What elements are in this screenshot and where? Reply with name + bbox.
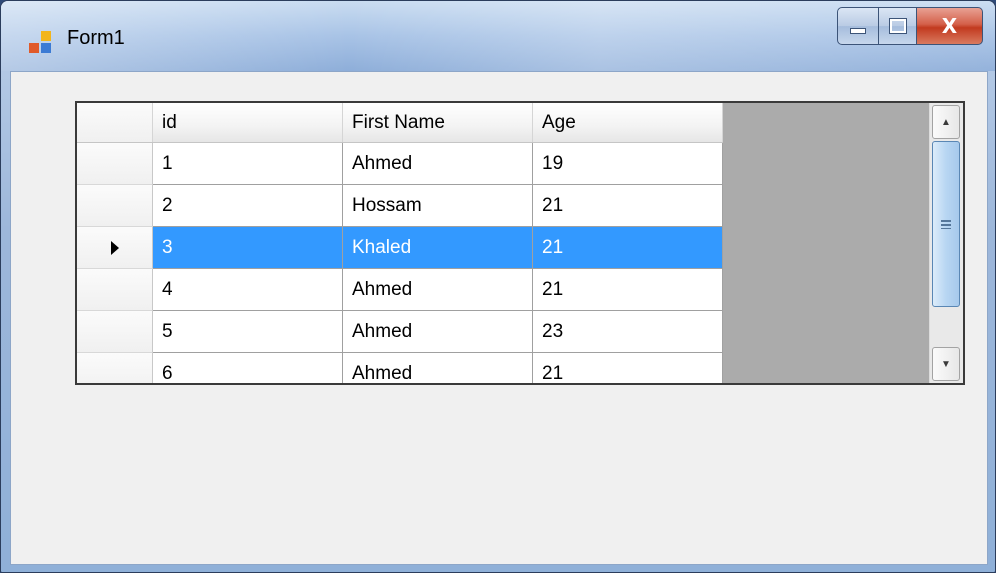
row-header[interactable] [77, 311, 153, 353]
row-header[interactable] [77, 143, 153, 185]
row-header[interactable] [77, 353, 153, 383]
grip-icon [941, 219, 951, 229]
cell-age[interactable]: 21 [533, 227, 723, 269]
close-button[interactable]: X [917, 7, 983, 45]
close-icon: X [941, 14, 958, 38]
cell-first-name[interactable]: Khaled [343, 227, 533, 269]
minimize-icon [850, 28, 866, 34]
table-row[interactable]: 5 Ahmed 23 [77, 311, 723, 353]
minimize-button[interactable] [837, 7, 879, 45]
grid-table: id First Name Age 1 Ahmed 19 2 Hossam 21 [77, 103, 723, 383]
form1-window: Form1 X id First Name Age 1 Ahmed 19 2 H… [0, 0, 996, 573]
cell-first-name[interactable]: Hossam [343, 185, 533, 227]
scroll-down-button[interactable]: ▼ [932, 347, 960, 381]
table-row[interactable]: 6 Ahmed 21 [77, 353, 723, 383]
window-title: Form1 [67, 27, 125, 49]
column-header-first-name[interactable]: First Name [343, 103, 533, 142]
table-row[interactable]: 1 Ahmed 19 [77, 143, 723, 185]
current-row-arrow-icon [110, 240, 119, 255]
column-header-age[interactable]: Age [533, 103, 723, 142]
app-icon[interactable] [29, 31, 51, 53]
cell-first-name[interactable]: Ahmed [343, 353, 533, 383]
table-row[interactable]: 4 Ahmed 21 [77, 269, 723, 311]
cell-id[interactable]: 3 [153, 227, 343, 269]
title-bar[interactable]: Form1 X [1, 1, 995, 71]
scrollbar-thumb[interactable] [932, 141, 960, 307]
cell-id[interactable]: 1 [153, 143, 343, 185]
cell-id[interactable]: 5 [153, 311, 343, 353]
cell-first-name[interactable]: Ahmed [343, 143, 533, 185]
column-header-row: id First Name Age [77, 103, 723, 143]
column-header-id[interactable]: id [153, 103, 343, 142]
chevron-up-icon: ▲ [941, 116, 951, 128]
cell-id[interactable]: 4 [153, 269, 343, 311]
cell-age[interactable]: 21 [533, 269, 723, 311]
table-row-selected[interactable]: 3 Khaled 21 [77, 227, 723, 269]
row-header[interactable] [77, 269, 153, 311]
cell-age[interactable]: 19 [533, 143, 723, 185]
row-header-current[interactable] [77, 227, 153, 269]
cell-age[interactable]: 21 [533, 185, 723, 227]
data-grid-view[interactable]: id First Name Age 1 Ahmed 19 2 Hossam 21 [75, 101, 965, 385]
cell-age[interactable]: 21 [533, 353, 723, 383]
scroll-up-button[interactable]: ▲ [932, 105, 960, 139]
cell-id[interactable]: 2 [153, 185, 343, 227]
row-header[interactable] [77, 185, 153, 227]
cell-id[interactable]: 6 [153, 353, 343, 383]
cell-age[interactable]: 23 [533, 311, 723, 353]
caption-buttons: X [837, 7, 983, 47]
maximize-button[interactable] [879, 7, 917, 45]
chevron-down-icon: ▼ [941, 358, 951, 370]
top-left-header-cell[interactable] [77, 103, 153, 142]
vertical-scrollbar[interactable]: ▲ ▼ [929, 103, 963, 383]
maximize-icon [888, 18, 907, 34]
cell-first-name[interactable]: Ahmed [343, 269, 533, 311]
table-row[interactable]: 2 Hossam 21 [77, 185, 723, 227]
cell-first-name[interactable]: Ahmed [343, 311, 533, 353]
